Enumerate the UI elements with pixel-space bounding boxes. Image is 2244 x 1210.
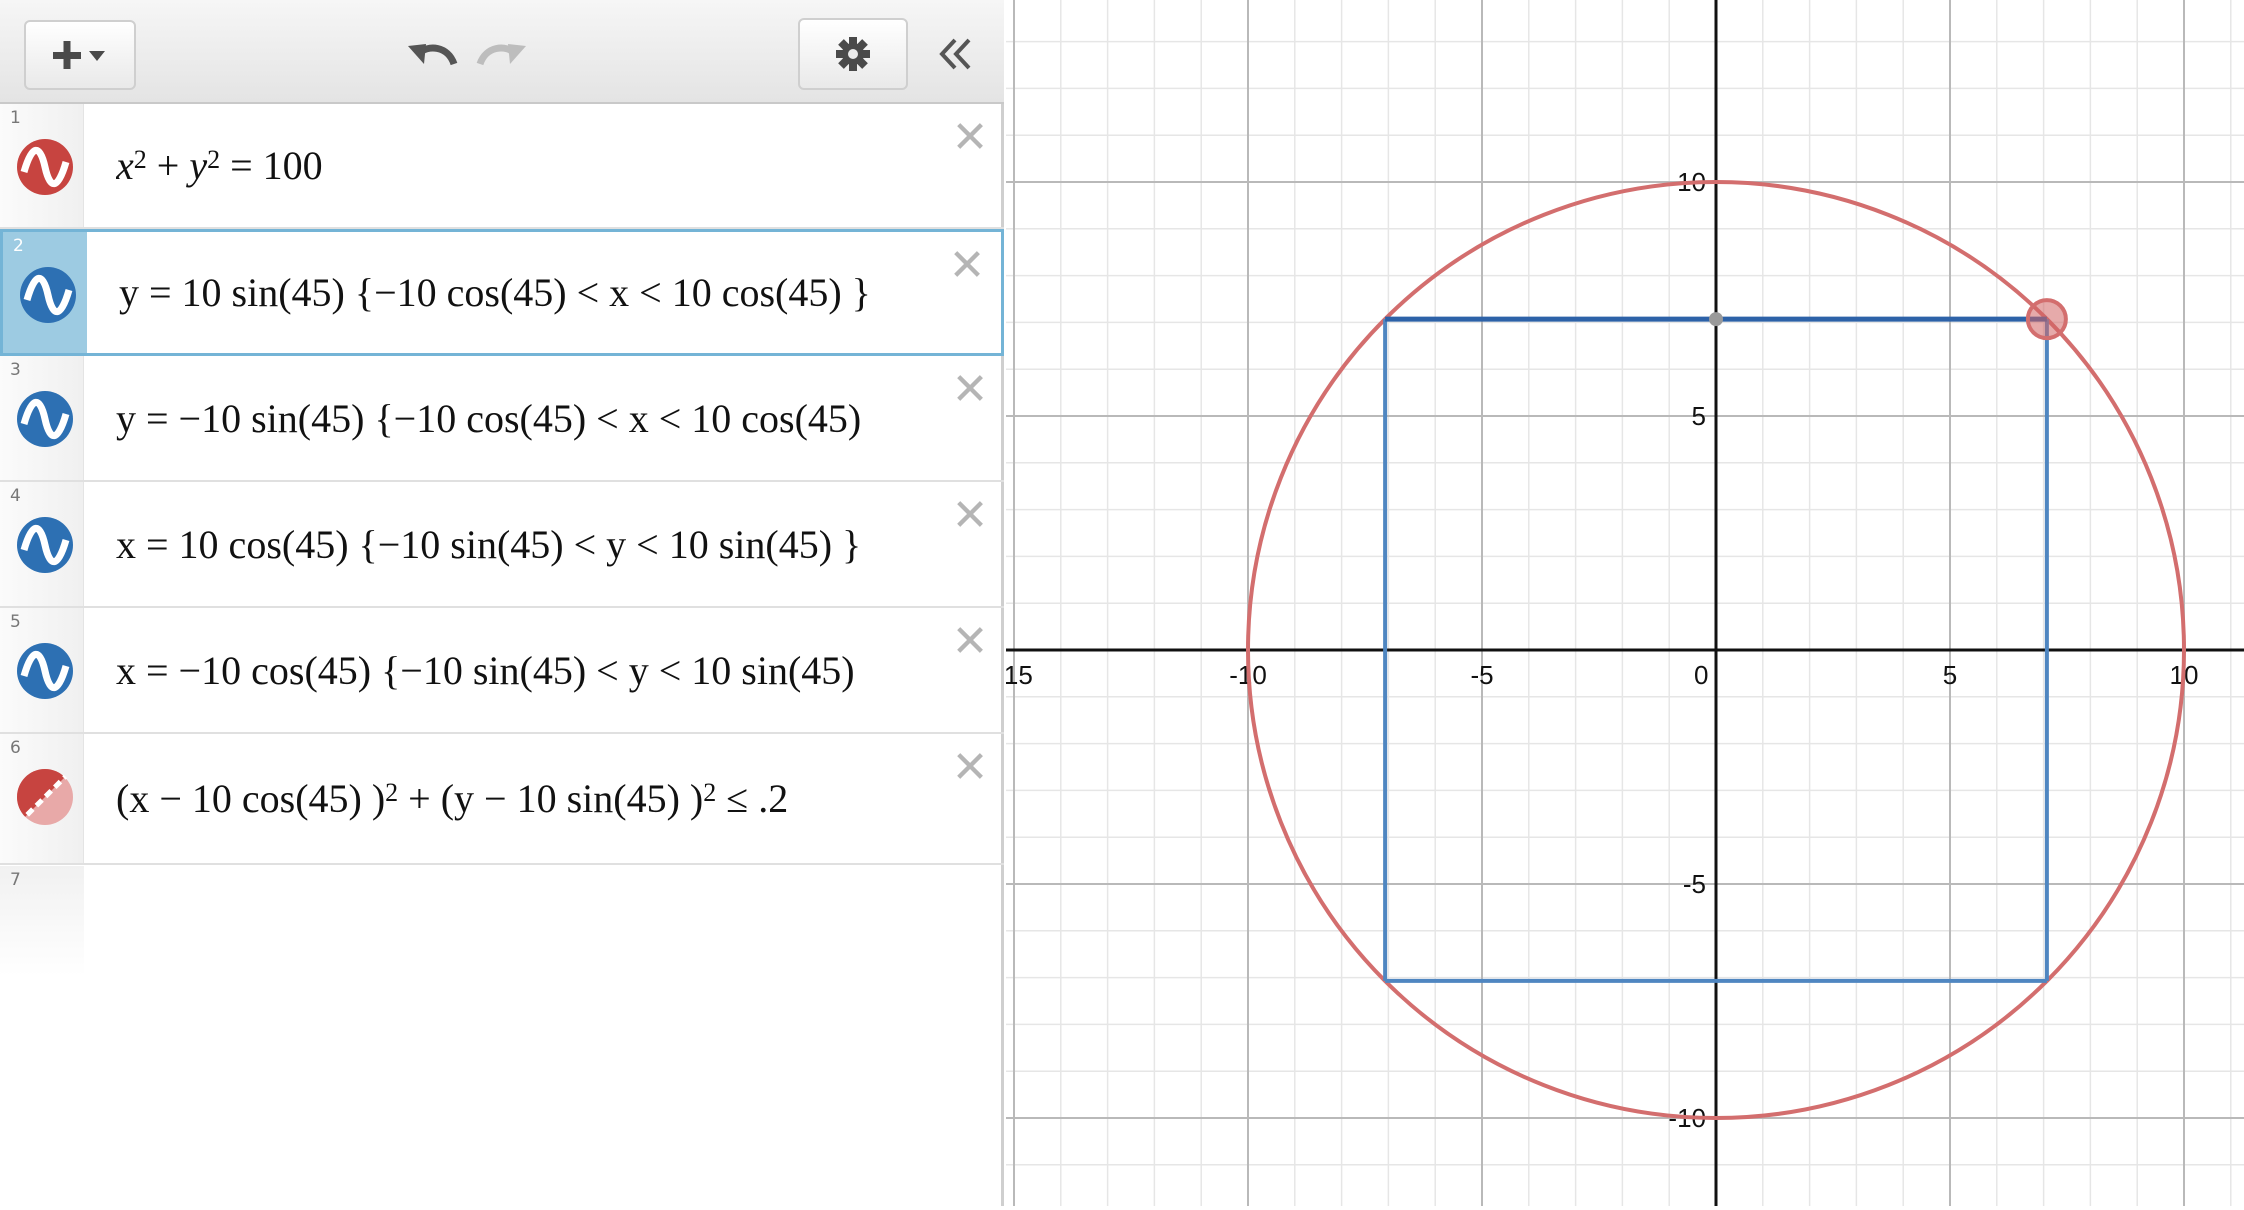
wave-icon[interactable] <box>16 390 74 448</box>
delete-expression-icon[interactable]: ✕ <box>948 368 992 412</box>
expression-input[interactable]: y = 10 sin(45) {−10 cos(45) < x < 10 cos… <box>119 232 911 353</box>
row-number: 6 <box>10 738 21 758</box>
row-number: 2 <box>13 236 24 256</box>
delete-expression-icon[interactable]: ✕ <box>948 116 992 160</box>
expression-row-5[interactable]: 5 x = −10 cos(45) {−10 sin(45) < y < 10 … <box>0 608 1004 734</box>
expression-input[interactable]: x = 10 cos(45) {−10 sin(45) < y < 10 sin… <box>116 482 914 606</box>
wave-icon[interactable] <box>16 138 74 196</box>
graph-plot[interactable]: -15-10-50510105-5-10 <box>995 0 2244 1206</box>
expression-row-4[interactable]: 4 x = 10 cos(45) {−10 sin(45) < y < 10 s… <box>0 482 1004 608</box>
x-tick-label: 5 <box>1943 660 1957 690</box>
toolbar <box>0 0 1004 104</box>
add-item-button[interactable] <box>24 20 136 90</box>
inequality-region <box>2025 298 2068 341</box>
delete-expression-icon[interactable]: ✕ <box>948 494 992 538</box>
x-tick-label: -15 <box>1006 660 1033 690</box>
row-number: 5 <box>10 612 21 632</box>
shaded-region-icon[interactable] <box>16 768 74 826</box>
undo-button[interactable] <box>404 32 460 76</box>
delete-expression-icon[interactable]: ✕ <box>948 620 992 664</box>
plus-dropdown-icon <box>53 41 105 69</box>
y-tick-label: 5 <box>1692 401 1706 431</box>
settings-button[interactable] <box>798 18 908 90</box>
expression-list: 1 x2 + y2 = 100 ✕ 2 y = 10 sin(45) {−10 … <box>0 104 1004 865</box>
expression-input[interactable]: y = −10 sin(45) {−10 cos(45) < x < 10 co… <box>116 356 914 480</box>
expression-input[interactable]: x = −10 cos(45) {−10 sin(45) < y < 10 si… <box>116 608 914 732</box>
delete-expression-icon[interactable]: ✕ <box>948 746 992 790</box>
new-expression-row[interactable]: 7 <box>0 866 84 976</box>
expression-row-3[interactable]: 3 y = −10 sin(45) {−10 cos(45) < x < 10 … <box>0 356 1004 482</box>
double-chevron-left-icon <box>939 38 971 70</box>
x-tick-label: 0 <box>1694 660 1708 690</box>
redo-icon <box>476 44 526 66</box>
row-number: 1 <box>10 108 21 128</box>
delete-expression-icon[interactable]: ✕ <box>945 244 989 288</box>
row-number: 4 <box>10 486 21 506</box>
expression-sidebar: 1 x2 + y2 = 100 ✕ 2 y = 10 sin(45) {−10 … <box>0 0 1004 1206</box>
minor-grid <box>1006 0 2244 1206</box>
expression-row-2[interactable]: 2 y = 10 sin(45) {−10 cos(45) < x < 10 c… <box>0 229 1004 356</box>
expression-input[interactable]: (x − 10 cos(45) ) 2 + (y − 10 sin(45) ) 2 … <box>116 734 914 863</box>
gear-icon <box>836 37 870 71</box>
expression-row-6[interactable]: 6 (x − 10 cos(45) ) 2 + (y − 10 sin(45) )… <box>0 734 1004 865</box>
wave-icon[interactable] <box>16 516 74 574</box>
x-tick-label: -5 <box>1470 660 1493 690</box>
wave-icon[interactable] <box>16 642 74 700</box>
expression-input[interactable]: x2 + y2 = 100 <box>116 104 914 227</box>
row-number: 7 <box>10 870 21 890</box>
graph-canvas[interactable]: -15-10-50510105-5-10 <box>995 0 2244 1206</box>
y-tick-label: -5 <box>1683 869 1706 899</box>
redo-button[interactable] <box>474 32 530 76</box>
expression-row-1[interactable]: 1 x2 + y2 = 100 ✕ <box>0 104 1004 229</box>
wave-icon[interactable] <box>19 266 77 324</box>
collapse-sidebar-button[interactable] <box>930 30 980 78</box>
undo-icon <box>408 44 458 66</box>
row-number: 3 <box>10 360 21 380</box>
intercept-point <box>1709 312 1723 327</box>
